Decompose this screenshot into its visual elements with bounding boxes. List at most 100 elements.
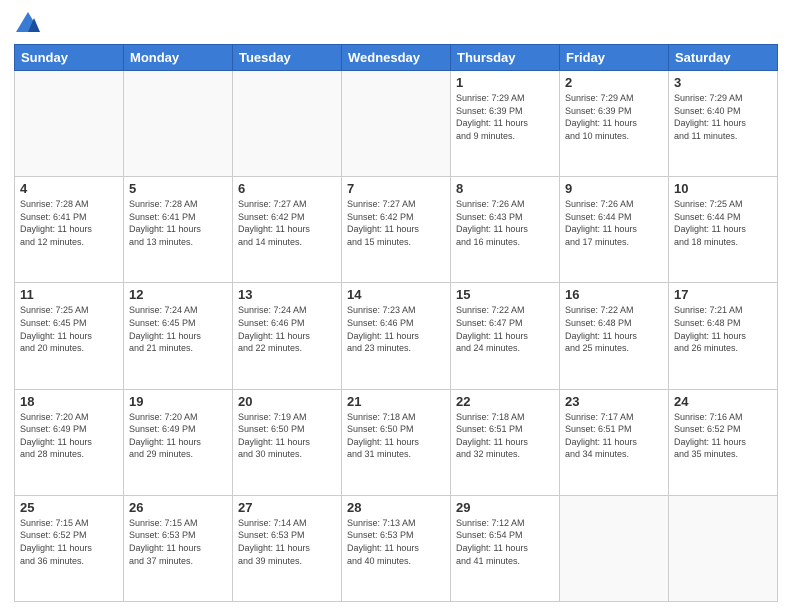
day-number: 23 [565,394,663,409]
day-info: Sunrise: 7:13 AM Sunset: 6:53 PM Dayligh… [347,517,445,567]
day-number: 14 [347,287,445,302]
calendar-header: SundayMondayTuesdayWednesdayThursdayFrid… [15,45,778,71]
weekday-header-cell: Friday [560,45,669,71]
calendar-table: SundayMondayTuesdayWednesdayThursdayFrid… [14,44,778,602]
day-number: 28 [347,500,445,515]
day-info: Sunrise: 7:20 AM Sunset: 6:49 PM Dayligh… [20,411,118,461]
calendar-day-cell: 9 Sunrise: 7:26 AM Sunset: 6:44 PM Daylig… [560,177,669,283]
day-number: 18 [20,394,118,409]
calendar-day-cell: 23 Sunrise: 7:17 AM Sunset: 6:51 PM Dayli… [560,389,669,495]
calendar-day-cell: 15 Sunrise: 7:22 AM Sunset: 6:47 PM Dayli… [451,283,560,389]
day-number: 20 [238,394,336,409]
day-info: Sunrise: 7:24 AM Sunset: 6:46 PM Dayligh… [238,304,336,354]
calendar-day-cell: 12Sunrise: 7:24 AM Sunset: 6:45 PM Dayli… [124,283,233,389]
calendar-day-cell: 18 Sunrise: 7:20 AM Sunset: 6:49 PM Dayli… [15,389,124,495]
calendar-week-row: 1 Sunrise: 7:29 AM Sunset: 6:39 PM Daylig… [15,71,778,177]
page: SundayMondayTuesdayWednesdayThursdayFrid… [0,0,792,612]
calendar-day-cell: 28 Sunrise: 7:13 AM Sunset: 6:53 PM Dayli… [342,495,451,601]
calendar-day-cell: 8 Sunrise: 7:26 AM Sunset: 6:43 PM Daylig… [451,177,560,283]
day-number: 17 [674,287,772,302]
calendar-day-cell: 1 Sunrise: 7:29 AM Sunset: 6:39 PM Daylig… [451,71,560,177]
day-number: 13 [238,287,336,302]
day-number: 3 [674,75,772,90]
calendar-day-cell: 5 Sunrise: 7:28 AM Sunset: 6:41 PM Daylig… [124,177,233,283]
calendar-week-row: 4 Sunrise: 7:28 AM Sunset: 6:41 PM Daylig… [15,177,778,283]
calendar-day-cell: 7 Sunrise: 7:27 AM Sunset: 6:42 PM Daylig… [342,177,451,283]
day-info: Sunrise: 7:20 AM Sunset: 6:49 PM Dayligh… [129,411,227,461]
calendar-day-cell [342,71,451,177]
day-number: 4 [20,181,118,196]
day-number: 8 [456,181,554,196]
calendar-day-cell: 26 Sunrise: 7:15 AM Sunset: 6:53 PM Dayli… [124,495,233,601]
calendar-day-cell [233,71,342,177]
day-number: 19 [129,394,227,409]
day-info: Sunrise: 7:22 AM Sunset: 6:47 PM Dayligh… [456,304,554,354]
day-number: 21 [347,394,445,409]
calendar-day-cell [560,495,669,601]
calendar-day-cell: 11 Sunrise: 7:25 AM Sunset: 6:45 PM Dayli… [15,283,124,389]
calendar-day-cell: 4 Sunrise: 7:28 AM Sunset: 6:41 PM Daylig… [15,177,124,283]
weekday-header-cell: Thursday [451,45,560,71]
day-info: Sunrise: 7:21 AM Sunset: 6:48 PM Dayligh… [674,304,772,354]
day-number: 16 [565,287,663,302]
calendar-day-cell [124,71,233,177]
calendar-week-row: 25 Sunrise: 7:15 AM Sunset: 6:52 PM Dayli… [15,495,778,601]
logo-icon [14,10,42,38]
calendar-day-cell: 16 Sunrise: 7:22 AM Sunset: 6:48 PM Dayli… [560,283,669,389]
calendar-day-cell [15,71,124,177]
day-info: Sunrise: 7:25 AM Sunset: 6:44 PM Dayligh… [674,198,772,248]
day-number: 22 [456,394,554,409]
day-info: Sunrise: 7:28 AM Sunset: 6:41 PM Dayligh… [129,198,227,248]
day-number: 7 [347,181,445,196]
day-info: Sunrise: 7:15 AM Sunset: 6:52 PM Dayligh… [20,517,118,567]
day-info: Sunrise: 7:26 AM Sunset: 6:44 PM Dayligh… [565,198,663,248]
calendar-day-cell: 10 Sunrise: 7:25 AM Sunset: 6:44 PM Dayli… [669,177,778,283]
day-info: Sunrise: 7:24 AM Sunset: 6:45 PM Dayligh… [129,304,227,354]
day-info: Sunrise: 7:18 AM Sunset: 6:50 PM Dayligh… [347,411,445,461]
day-info: Sunrise: 7:17 AM Sunset: 6:51 PM Dayligh… [565,411,663,461]
day-info: Sunrise: 7:29 AM Sunset: 6:39 PM Dayligh… [456,92,554,142]
day-number: 26 [129,500,227,515]
day-number: 27 [238,500,336,515]
calendar-day-cell: 22 Sunrise: 7:18 AM Sunset: 6:51 PM Dayli… [451,389,560,495]
weekday-header-cell: Monday [124,45,233,71]
day-number: 6 [238,181,336,196]
day-info: Sunrise: 7:19 AM Sunset: 6:50 PM Dayligh… [238,411,336,461]
calendar-day-cell: 29Sunrise: 7:12 AM Sunset: 6:54 PM Dayli… [451,495,560,601]
calendar-day-cell: 21 Sunrise: 7:18 AM Sunset: 6:50 PM Dayli… [342,389,451,495]
day-number: 15 [456,287,554,302]
calendar-day-cell: 25 Sunrise: 7:15 AM Sunset: 6:52 PM Dayli… [15,495,124,601]
day-number: 9 [565,181,663,196]
day-number: 11 [20,287,118,302]
day-number: 10 [674,181,772,196]
calendar-day-cell: 6 Sunrise: 7:27 AM Sunset: 6:42 PM Daylig… [233,177,342,283]
day-number: 1 [456,75,554,90]
calendar-day-cell: 3 Sunrise: 7:29 AM Sunset: 6:40 PM Daylig… [669,71,778,177]
day-info: Sunrise: 7:14 AM Sunset: 6:53 PM Dayligh… [238,517,336,567]
day-number: 25 [20,500,118,515]
day-info: Sunrise: 7:27 AM Sunset: 6:42 PM Dayligh… [347,198,445,248]
day-info: Sunrise: 7:27 AM Sunset: 6:42 PM Dayligh… [238,198,336,248]
day-info: Sunrise: 7:26 AM Sunset: 6:43 PM Dayligh… [456,198,554,248]
day-info: Sunrise: 7:28 AM Sunset: 6:41 PM Dayligh… [20,198,118,248]
day-info: Sunrise: 7:25 AM Sunset: 6:45 PM Dayligh… [20,304,118,354]
day-number: 24 [674,394,772,409]
day-info: Sunrise: 7:18 AM Sunset: 6:51 PM Dayligh… [456,411,554,461]
calendar-week-row: 18 Sunrise: 7:20 AM Sunset: 6:49 PM Dayli… [15,389,778,495]
weekday-header-cell: Wednesday [342,45,451,71]
day-number: 5 [129,181,227,196]
weekday-header-cell: Sunday [15,45,124,71]
weekday-header-cell: Tuesday [233,45,342,71]
calendar-day-cell: 27 Sunrise: 7:14 AM Sunset: 6:53 PM Dayli… [233,495,342,601]
day-info: Sunrise: 7:22 AM Sunset: 6:48 PM Dayligh… [565,304,663,354]
day-info: Sunrise: 7:23 AM Sunset: 6:46 PM Dayligh… [347,304,445,354]
day-number: 29 [456,500,554,515]
day-info: Sunrise: 7:29 AM Sunset: 6:40 PM Dayligh… [674,92,772,142]
calendar-day-cell: 24 Sunrise: 7:16 AM Sunset: 6:52 PM Dayli… [669,389,778,495]
day-info: Sunrise: 7:15 AM Sunset: 6:53 PM Dayligh… [129,517,227,567]
header [14,10,778,38]
calendar-day-cell [669,495,778,601]
day-info: Sunrise: 7:16 AM Sunset: 6:52 PM Dayligh… [674,411,772,461]
calendar-day-cell: 14 Sunrise: 7:23 AM Sunset: 6:46 PM Dayli… [342,283,451,389]
weekday-header-row: SundayMondayTuesdayWednesdayThursdayFrid… [15,45,778,71]
